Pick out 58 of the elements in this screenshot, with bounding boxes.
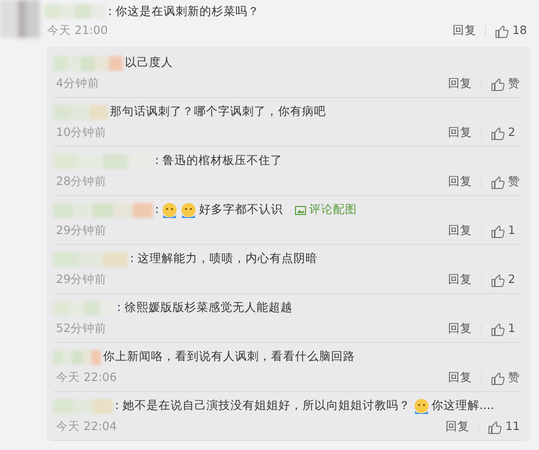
reply-text: : 她不是在说自己演技没有姐姐好，所以向姐姐讨教吗？ xyxy=(115,397,411,414)
reply-text: : xyxy=(155,201,159,218)
reply-text: 以己度人 xyxy=(125,54,173,72)
like-count: 2 xyxy=(508,271,516,288)
reply-text: 那句话讽刺了？哪个字讽刺了，你有病吧 xyxy=(110,103,326,120)
reply-button[interactable]: 回复 xyxy=(448,173,472,191)
emoji-icon xyxy=(160,202,178,218)
reply-text: 好多字都不认识 xyxy=(198,201,283,218)
avatar xyxy=(0,0,40,38)
timestamp: 4分钟前 xyxy=(56,75,100,92)
like-count: 18 xyxy=(512,22,527,40)
like-icon[interactable] xyxy=(491,176,505,188)
reply-button[interactable]: 回复 xyxy=(452,22,476,40)
reply-text: 你上新闻咯，看到说有人讽刺，看看什么脑回路 xyxy=(103,348,355,366)
reply-text: 你这理解.... xyxy=(432,397,494,414)
comment-text: : 你这是在讽刺新的杉菜吗？ xyxy=(108,2,260,20)
timestamp: 今天 21:00 xyxy=(47,22,108,40)
blurred-username xyxy=(53,350,101,364)
timestamp: 今天 22:04 xyxy=(56,418,117,436)
like-count: 赞 xyxy=(508,75,520,92)
like-icon[interactable] xyxy=(491,126,505,140)
like-count: 赞 xyxy=(508,369,520,386)
reply-button[interactable]: 回复 xyxy=(448,320,472,338)
timestamp: 今天 22:06 xyxy=(56,369,117,386)
image-icon xyxy=(294,206,306,214)
blurred-username xyxy=(44,4,106,19)
blurred-username xyxy=(53,398,113,414)
like-icon[interactable] xyxy=(491,78,505,90)
like-count: 1 xyxy=(508,222,516,240)
blurred-username xyxy=(53,56,123,70)
emoji-icon xyxy=(180,202,197,218)
like-icon[interactable] xyxy=(491,322,505,336)
like-count: 1 xyxy=(508,320,516,338)
timestamp: 28分钟前 xyxy=(56,173,107,190)
blurred-username xyxy=(53,104,108,120)
reply-button[interactable]: 回复 xyxy=(448,75,472,93)
reply-text: : 徐熙媛版版杉菜感觉无人能超越 xyxy=(117,299,293,316)
timestamp: 29分钟前 xyxy=(56,271,107,288)
like-count: 11 xyxy=(505,418,520,436)
like-icon[interactable] xyxy=(491,274,505,286)
reply-button[interactable]: 回复 xyxy=(445,418,470,436)
like-icon[interactable] xyxy=(491,372,505,384)
like-icon[interactable] xyxy=(495,24,510,38)
like-count: 赞 xyxy=(508,173,520,190)
like-icon[interactable] xyxy=(488,420,502,434)
timestamp: 52分钟前 xyxy=(56,320,107,338)
reply-button[interactable]: 回复 xyxy=(448,271,472,289)
reply-button[interactable]: 回复 xyxy=(448,369,472,387)
reply-button[interactable]: 回复 xyxy=(448,124,472,142)
blurred-username xyxy=(53,300,115,316)
like-icon[interactable] xyxy=(491,224,505,238)
like-count: 2 xyxy=(508,124,516,142)
reply-text: : 鲁迅的棺材板压不住了 xyxy=(155,152,283,170)
timestamp: 29分钟前 xyxy=(56,222,107,240)
emoji-icon xyxy=(412,398,430,414)
reply-button[interactable]: 回复 xyxy=(448,222,472,240)
reply-text: : 这理解能力，啧啧，内心有点阴暗 xyxy=(130,250,318,268)
timestamp: 10分钟前 xyxy=(56,124,107,142)
